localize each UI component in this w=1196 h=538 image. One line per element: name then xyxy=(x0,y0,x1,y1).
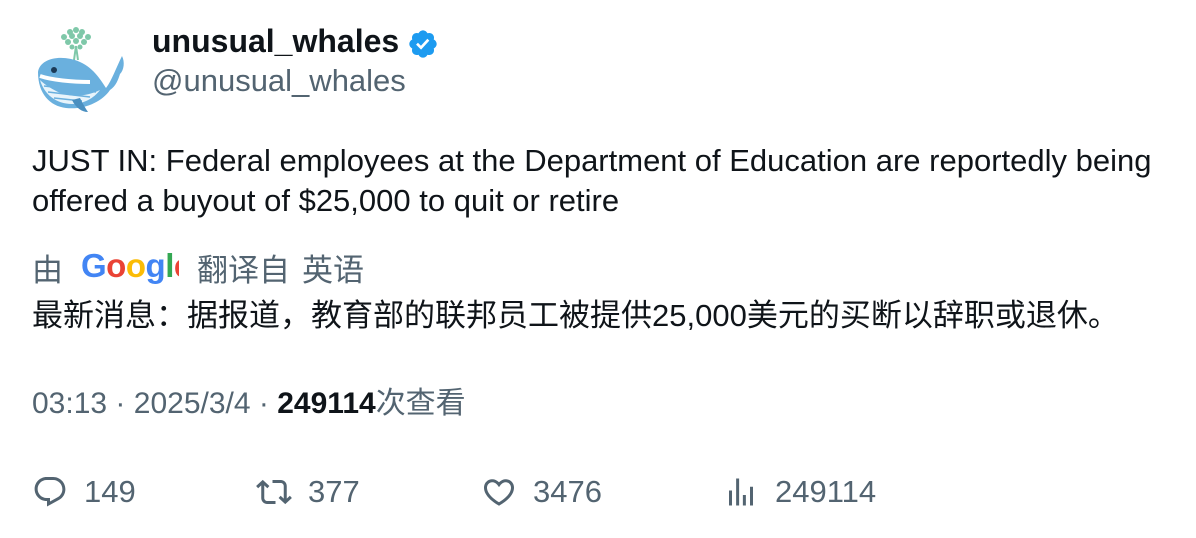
tweet-time[interactable]: 03:13 xyxy=(32,387,107,420)
reply-button[interactable]: 149 xyxy=(32,470,136,514)
author-handle[interactable]: @unusual_whales xyxy=(152,62,406,100)
translation-attribution: 由 Google 翻译自 英语 xyxy=(32,247,364,288)
tweet-card: unusual_whales @unusual_whales JUST IN: … xyxy=(0,0,1196,538)
meta-separator: · xyxy=(258,387,269,420)
retweet-button[interactable]: 377 xyxy=(256,470,360,514)
retweet-icon xyxy=(256,479,292,505)
google-logo-icon[interactable]: Google xyxy=(81,249,179,285)
reply-icon xyxy=(34,477,66,507)
views-count: 249114 xyxy=(277,387,376,420)
tweet-meta: 03:13 · 2025/3/4 · 249114次查看 xyxy=(32,384,466,424)
like-button[interactable]: 3476 xyxy=(481,470,602,514)
views-button[interactable]: 249114 xyxy=(723,470,876,514)
tweet-text: JUST IN: Federal employees at the Depart… xyxy=(32,143,1152,218)
translated-text: 最新消息：据报道，教育部的联邦员工被提供25,000美元的买断以辞职或退休。 xyxy=(32,298,1119,333)
svg-text:Google: Google xyxy=(81,249,179,284)
views-label: 次查看 xyxy=(375,387,466,420)
translated-by-label: 由 xyxy=(32,252,63,288)
reply-count: 149 xyxy=(84,474,136,509)
verified-badge-icon xyxy=(409,30,437,58)
translated-from-label: 翻译自 xyxy=(197,252,290,288)
meta-separator: · xyxy=(115,387,126,420)
analytics-icon xyxy=(729,478,753,506)
retweet-count: 377 xyxy=(308,474,360,509)
views-action-count: 249114 xyxy=(775,474,877,509)
heart-icon xyxy=(483,479,515,506)
tweet-date[interactable]: 2025/3/4 xyxy=(134,387,251,420)
action-bar: 149 377 3476 249114 xyxy=(0,470,1196,514)
whale-icon xyxy=(38,27,124,112)
source-language: 英语 xyxy=(302,252,364,288)
like-count: 3476 xyxy=(533,474,602,509)
avatar[interactable] xyxy=(32,24,128,114)
author-display-name[interactable]: unusual_whales xyxy=(152,22,399,60)
